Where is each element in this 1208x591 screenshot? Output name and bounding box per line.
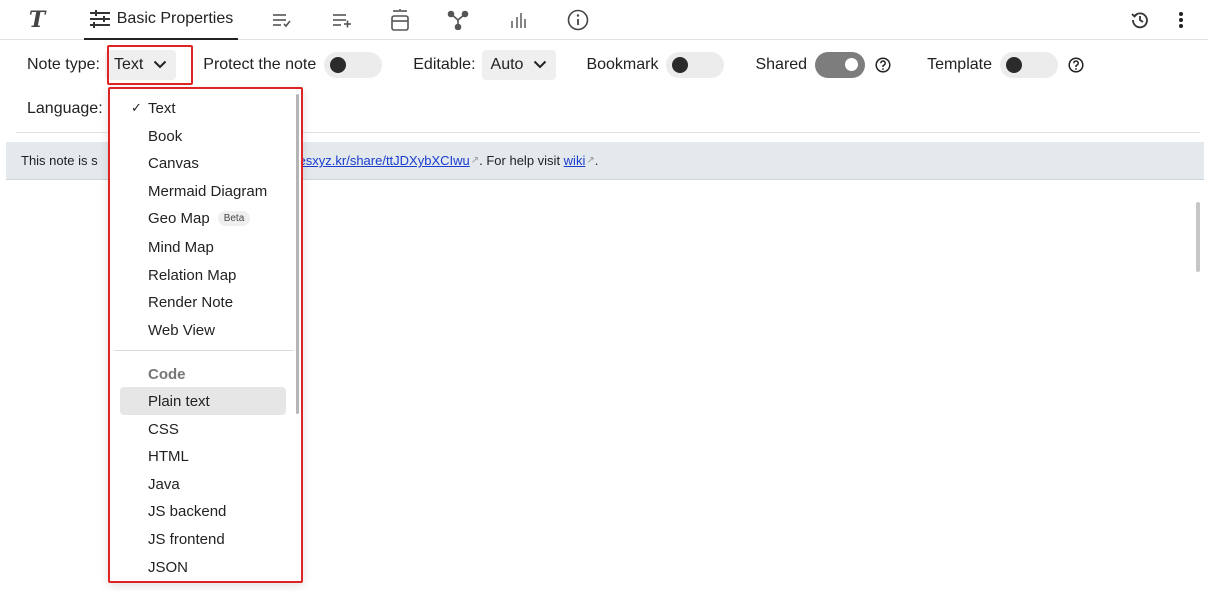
template-help-icon[interactable] xyxy=(1068,57,1084,73)
dropdown-item-label: Book xyxy=(148,127,183,145)
tab-text[interactable]: T xyxy=(22,0,52,40)
note-type-label: Note type: xyxy=(27,56,100,73)
dropdown-item-label: Render Note xyxy=(148,293,234,311)
more-menu-icon xyxy=(1178,11,1184,29)
dropdown-item-label: Plain text xyxy=(148,392,210,410)
tab-owned-attributes[interactable] xyxy=(270,0,294,40)
dropdown-item-json[interactable]: JSON xyxy=(120,553,286,581)
text-tab-icon: T xyxy=(28,7,46,33)
beta-badge: Beta xyxy=(217,210,251,226)
promoted-attributes-icon xyxy=(390,9,410,31)
tab-promoted-attributes[interactable] xyxy=(388,0,412,40)
dropdown-header-code: Code xyxy=(120,360,286,388)
template-label: Template xyxy=(927,56,992,73)
tab-inherited-attributes[interactable] xyxy=(330,0,354,40)
basic-properties-icon xyxy=(89,10,111,28)
dropdown-header-label: Code xyxy=(148,365,186,383)
dropdown-item-web-view[interactable]: Web View xyxy=(120,316,286,344)
dropdown-item-label: Text xyxy=(148,99,176,117)
editable-label: Editable: xyxy=(413,56,476,73)
note-info-icon xyxy=(567,9,589,31)
language-row: Language: xyxy=(16,91,109,127)
dropdown-item-geo-map[interactable]: Geo Map Beta xyxy=(120,204,286,232)
editable-value: Auto xyxy=(490,56,524,73)
tab-basic-properties-label: Basic Properties xyxy=(116,10,234,27)
dropdown-item-java[interactable]: Java xyxy=(120,470,286,498)
shared-label: Shared xyxy=(755,56,808,73)
tab-basic-properties[interactable]: Basic Properties xyxy=(84,0,238,40)
dropdown-item-text[interactable]: ✓ Text xyxy=(120,94,286,122)
dropdown-item-mind-map[interactable]: Mind Map xyxy=(120,233,286,261)
shared-help-icon[interactable] xyxy=(875,57,891,73)
protect-note-toggle[interactable] xyxy=(324,52,383,78)
dropdown-item-label: Java xyxy=(148,475,180,493)
check-icon: ✓ xyxy=(131,100,142,115)
note-map-icon xyxy=(447,10,469,30)
tab-similar-notes[interactable] xyxy=(506,0,530,40)
bookmark-label: Bookmark xyxy=(586,56,659,73)
more-menu-button[interactable] xyxy=(1170,0,1192,40)
dropdown-item-label: CSS xyxy=(148,420,179,438)
owned-attributes-icon xyxy=(272,12,292,28)
banner-prefix: This note is s xyxy=(21,153,98,168)
dropdown-item-label: Canvas xyxy=(148,154,199,172)
tab-note-info[interactable] xyxy=(565,0,591,40)
toggle-knob xyxy=(1005,57,1022,73)
dropdown-item-css[interactable]: CSS xyxy=(120,415,286,443)
note-revisions-button[interactable] xyxy=(1128,0,1152,40)
dropdown-separator xyxy=(114,350,294,351)
inherited-attributes-icon xyxy=(332,12,352,28)
note-type-dropdown: ✓ Text Book Canvas Mermaid Diagram Geo M… xyxy=(108,87,303,583)
toggle-knob xyxy=(843,56,861,73)
content-scrollbar[interactable] xyxy=(1196,202,1200,272)
tab-note-map[interactable] xyxy=(446,0,470,40)
dropdown-item-label: Mind Map xyxy=(148,238,214,256)
toggle-knob xyxy=(330,57,347,73)
dropdown-item-relation-map[interactable]: Relation Map xyxy=(120,261,286,289)
similar-notes-icon xyxy=(509,11,527,29)
external-link-icon: ↗ xyxy=(586,155,595,166)
dropdown-item-canvas[interactable]: Canvas xyxy=(120,149,286,177)
dropdown-item-label: Web View xyxy=(148,321,215,339)
dropdown-item-plain-text[interactable]: Plain text xyxy=(120,387,286,415)
dropdown-item-label: Mermaid Diagram xyxy=(148,182,268,200)
dropdown-item-label: Geo Map xyxy=(148,209,210,227)
dropdown-item-label: HTML xyxy=(148,447,189,465)
dropdown-item-label: JS frontend xyxy=(148,530,225,548)
dropdown-item-js-backend[interactable]: JS backend xyxy=(120,497,286,525)
template-toggle[interactable] xyxy=(999,52,1058,78)
ribbon-tabs: T Basic Properties xyxy=(0,0,1208,40)
dropdown-item-book[interactable]: Book xyxy=(120,122,286,150)
chevron-down-icon xyxy=(533,56,547,74)
dropdown-item-mermaid-diagram[interactable]: Mermaid Diagram xyxy=(120,177,286,205)
external-link-icon: ↗ xyxy=(470,155,480,166)
dropdown-item-label: JS backend xyxy=(148,502,227,520)
dropdown-item-label: Relation Map xyxy=(148,266,237,284)
note-revisions-icon xyxy=(1130,10,1150,30)
note-type-select-highlight xyxy=(107,45,193,85)
dropdown-scrollbar[interactable] xyxy=(296,94,299,414)
dropdown-item-render-note[interactable]: Render Note xyxy=(120,288,286,316)
toggle-knob xyxy=(672,57,689,73)
banner-middle: . For help visit xyxy=(479,153,564,168)
shared-toggle[interactable] xyxy=(815,52,866,78)
dropdown-item-label: JSON xyxy=(148,558,189,576)
banner-suffix: . xyxy=(594,153,599,168)
wiki-link[interactable]: wiki xyxy=(564,153,586,168)
share-url-link[interactable]: m.yesxyz.kr/share/ttJDXybXCIwu xyxy=(278,153,470,168)
dropdown-item-js-frontend[interactable]: JS frontend xyxy=(120,525,286,553)
dropdown-item-html[interactable]: HTML xyxy=(120,442,286,470)
language-label: Language: xyxy=(27,100,103,117)
protect-note-label: Protect the note xyxy=(203,56,317,73)
editable-select[interactable]: Auto xyxy=(481,50,557,80)
bookmark-toggle[interactable] xyxy=(666,52,725,78)
